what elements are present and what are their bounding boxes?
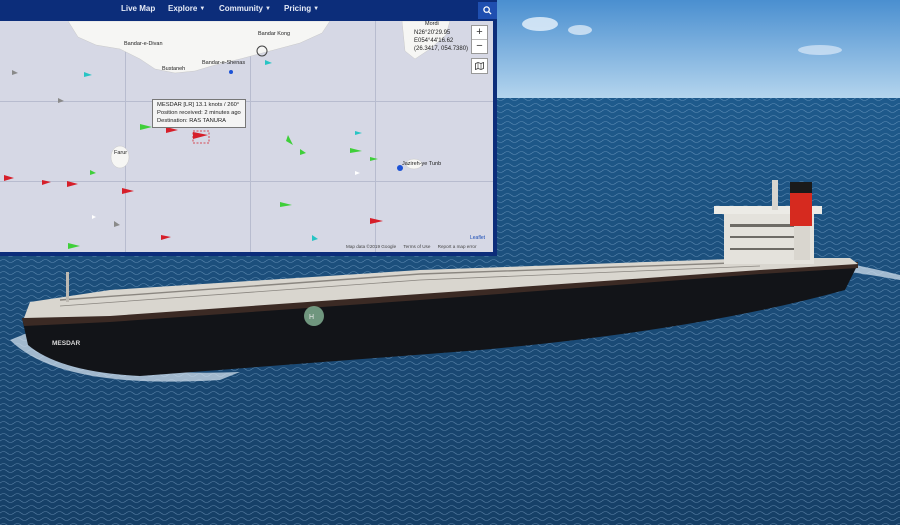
zoom-out-button[interactable]: − — [472, 40, 487, 53]
map-attribution: Map data ©2019 Google Terms of Use Repor… — [346, 244, 482, 249]
unknown-marker — [12, 70, 18, 75]
nav-explore-label: Explore — [168, 4, 198, 13]
tug-marker — [355, 131, 362, 135]
cargo-marker — [300, 149, 306, 155]
tooltip-position-received: Position received: 2 minutes ago — [157, 109, 241, 116]
tug-marker — [84, 72, 92, 77]
report-map-error-link[interactable]: Report a map error — [438, 244, 477, 249]
top-navbar: Live Map Explore ▼ Community ▼ Pricing ▼ — [0, 0, 497, 21]
tanker-marker — [67, 181, 78, 187]
hull-name: MESDAR — [52, 340, 80, 347]
port-marker — [256, 45, 268, 57]
map-layers-icon — [475, 62, 484, 70]
passenger-marker — [397, 165, 403, 171]
map-layers-button[interactable] — [471, 58, 488, 74]
zoom-in-button[interactable]: + — [472, 26, 487, 39]
unknown-marker — [58, 98, 64, 103]
search-button[interactable] — [478, 2, 497, 19]
nav-community-label: Community — [219, 4, 263, 13]
cargo-marker — [350, 148, 362, 153]
funnel — [790, 192, 812, 226]
cargo-marker — [90, 170, 96, 175]
tooltip-vessel-info: MESDAR [LR] 13.1 knots / 260° — [157, 102, 240, 108]
tanker-marker — [161, 235, 171, 240]
nav-pricing-label: Pricing — [284, 4, 312, 13]
live-map[interactable]: Bandar-e-Divan Bandar Kong Mordi Bustane… — [0, 21, 493, 252]
tug-marker — [265, 60, 272, 65]
nav-live-map[interactable]: Live Map — [121, 4, 155, 13]
chevron-down-icon: ▼ — [313, 6, 320, 12]
terms-of-use-link[interactable]: Terms of Use — [403, 244, 430, 249]
nav-explore[interactable]: Explore ▼ — [168, 4, 205, 13]
nav-community[interactable]: Community ▼ — [219, 4, 271, 13]
search-icon — [483, 6, 492, 15]
tanker-marker — [42, 180, 51, 185]
chevron-down-icon: ▼ — [199, 6, 206, 12]
tanker-marker — [370, 218, 383, 224]
chevron-down-icon: ▼ — [265, 6, 271, 12]
leaflet-link[interactable]: Leaflet — [470, 235, 485, 241]
cargo-marker — [370, 157, 378, 161]
cargo-marker — [280, 202, 292, 207]
zoom-control: + − — [471, 25, 488, 54]
vessel-layer — [4, 45, 403, 249]
vessel-tooltip: MESDAR [LR] 13.1 knots / 260° Position r… — [152, 99, 246, 129]
unknown-marker — [114, 221, 120, 227]
cargo-marker — [140, 124, 152, 130]
tanker-marker — [122, 188, 134, 194]
tooltip-destination: Destination: RAS TANURA — [157, 117, 227, 124]
cargo-marker — [286, 135, 293, 145]
svg-text:H: H — [309, 314, 314, 321]
tanker-marker — [193, 132, 208, 139]
tanker-marker — [4, 175, 14, 181]
map-data-credit: Map data ©2019 Google — [346, 244, 397, 249]
nav-pricing[interactable]: Pricing ▼ — [284, 4, 319, 13]
cargo-marker — [68, 243, 80, 249]
map-panel: Live Map Explore ▼ Community ▼ Pricing ▼ Ba… — [0, 0, 497, 256]
tug-marker — [312, 235, 318, 241]
